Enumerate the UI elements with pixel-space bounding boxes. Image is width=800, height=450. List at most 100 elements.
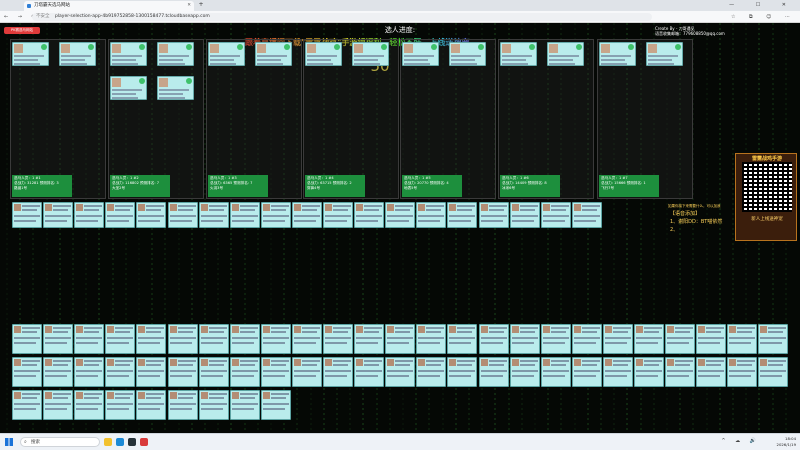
player-card[interactable] (43, 357, 74, 387)
player-card[interactable] (354, 357, 385, 387)
player-card[interactable] (447, 357, 478, 387)
player-card[interactable] (665, 357, 696, 387)
qr-code[interactable] (742, 162, 792, 212)
player-card[interactable] (323, 357, 353, 387)
player-card[interactable] (12, 390, 42, 420)
player-card[interactable] (229, 324, 260, 354)
team-player-slot[interactable] (449, 42, 486, 66)
voice-icon[interactable] (381, 44, 387, 50)
player-card[interactable] (696, 324, 727, 354)
team-player-slot[interactable] (157, 76, 194, 100)
voice-icon[interactable] (186, 44, 192, 50)
player-card[interactable] (291, 202, 322, 228)
player-card[interactable] (74, 390, 105, 420)
player-card[interactable] (198, 202, 229, 228)
player-card[interactable] (12, 324, 42, 354)
player-card[interactable] (229, 390, 260, 420)
player-card[interactable] (43, 202, 74, 228)
player-card[interactable] (571, 324, 602, 354)
voice-icon[interactable] (576, 44, 582, 50)
player-card[interactable] (571, 357, 602, 387)
player-card[interactable] (136, 390, 167, 420)
player-card[interactable] (260, 324, 291, 354)
app-icon[interactable] (140, 438, 148, 446)
voice-icon[interactable] (88, 44, 94, 50)
player-card[interactable] (540, 357, 571, 387)
player-card[interactable] (291, 324, 322, 354)
team-player-slot[interactable] (59, 42, 96, 66)
player-card[interactable] (447, 324, 478, 354)
team-player-slot[interactable] (352, 42, 389, 66)
player-card[interactable] (385, 324, 416, 354)
player-card[interactable] (105, 390, 136, 420)
player-card[interactable] (509, 324, 540, 354)
player-card[interactable] (260, 357, 291, 387)
player-card[interactable] (540, 324, 571, 354)
player-card[interactable] (727, 357, 758, 387)
player-card[interactable] (105, 202, 136, 228)
promo-qr-panel[interactable]: 雷霆战鸡手游 新人上线送神宠 (735, 153, 797, 241)
player-card[interactable] (758, 324, 789, 354)
player-card[interactable] (354, 202, 385, 228)
player-card[interactable] (509, 202, 540, 228)
player-card[interactable] (229, 202, 260, 228)
voice-icon[interactable] (139, 78, 145, 84)
player-card[interactable] (478, 357, 509, 387)
player-card[interactable] (416, 357, 447, 387)
player-card[interactable] (354, 324, 385, 354)
player-card[interactable] (509, 357, 540, 387)
pk-site-button[interactable]: PK赛选马网站 (4, 27, 40, 34)
clock[interactable]: 18:04 2026/1/19 (777, 436, 796, 448)
url-field[interactable]: 不安全 player-selection-app-4b919752858-130… (32, 13, 652, 21)
player-card[interactable] (540, 202, 571, 228)
player-card[interactable] (416, 324, 447, 354)
voice-icon[interactable] (675, 44, 681, 50)
player-card[interactable] (665, 324, 696, 354)
steam-icon[interactable] (128, 438, 136, 446)
player-card[interactable] (323, 202, 353, 228)
team-player-slot[interactable] (157, 42, 194, 66)
edge-browser-icon[interactable] (116, 438, 124, 446)
team-player-slot[interactable] (110, 42, 147, 66)
player-card[interactable] (167, 324, 198, 354)
browser-toolbar-icons[interactable]: ☆ ⧉ ☺ ⋯ (731, 11, 796, 23)
player-card[interactable] (291, 357, 322, 387)
taskbar-search-box[interactable]: ⌕ 搜索 (20, 437, 100, 447)
player-card[interactable] (696, 357, 727, 387)
team-player-slot[interactable] (500, 42, 537, 66)
voice-icon[interactable] (529, 44, 535, 50)
voice-icon[interactable] (41, 44, 47, 50)
player-card[interactable] (727, 324, 758, 354)
file-explorer-icon[interactable] (104, 438, 112, 446)
player-card[interactable] (385, 202, 416, 228)
team-player-slot[interactable] (208, 42, 245, 66)
voice-icon[interactable] (237, 44, 243, 50)
close-tab-icon[interactable]: ✕ (187, 1, 191, 11)
security-warning-label[interactable]: 不安全 (36, 14, 50, 19)
voice-icon[interactable] (628, 44, 634, 50)
voice-icon[interactable] (334, 44, 340, 50)
team-player-slot[interactable] (547, 42, 584, 66)
voice-icon[interactable] (284, 44, 290, 50)
player-card[interactable] (198, 357, 229, 387)
player-card[interactable] (634, 357, 664, 387)
browser-tab[interactable]: 刀塔霸天选马网站 ✕ (24, 1, 194, 11)
system-tray-icons[interactable]: ^ ☁ 🔊 (721, 438, 760, 444)
windows-start-icon[interactable] (5, 438, 13, 446)
team-player-slot[interactable] (110, 76, 147, 100)
player-card[interactable] (136, 202, 167, 228)
player-card[interactable] (43, 390, 74, 420)
player-card[interactable] (416, 202, 447, 228)
player-card[interactable] (198, 390, 229, 420)
player-card[interactable] (602, 357, 633, 387)
player-card[interactable] (74, 357, 105, 387)
player-card[interactable] (634, 324, 664, 354)
team-player-slot[interactable] (599, 42, 636, 66)
player-card[interactable] (260, 390, 291, 420)
player-card[interactable] (136, 324, 167, 354)
voice-icon[interactable] (431, 44, 437, 50)
team-player-slot[interactable] (402, 42, 439, 66)
player-card[interactable] (43, 324, 74, 354)
window-controls[interactable]: — ☐ ✕ (729, 0, 796, 10)
team-player-slot[interactable] (255, 42, 292, 66)
